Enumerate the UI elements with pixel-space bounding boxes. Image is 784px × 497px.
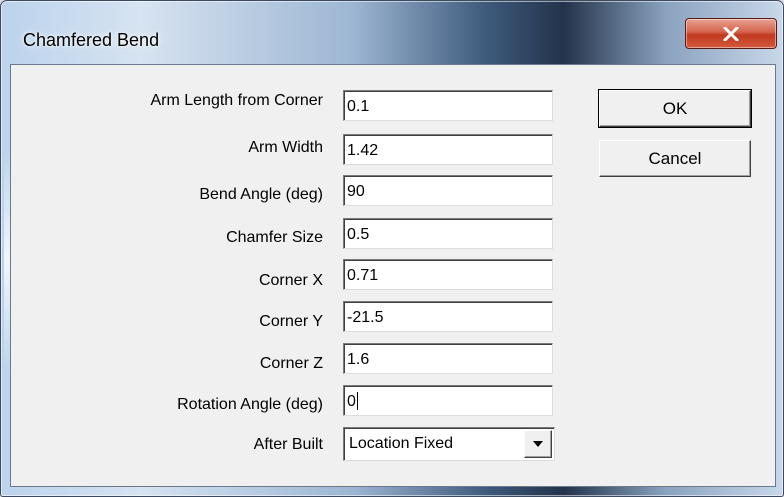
chamfer-size-input[interactable] (343, 218, 553, 249)
corner-z-input[interactable] (343, 343, 553, 374)
corner-x-input[interactable] (343, 259, 553, 290)
rotation-angle-input[interactable] (343, 385, 553, 416)
close-button[interactable] (685, 18, 777, 49)
after-built-select[interactable]: Location Fixed (343, 427, 555, 461)
after-built-label: After Built (253, 436, 323, 453)
bend-angle-label: Bend Angle (deg) (199, 186, 323, 203)
dialog-body: Arm Length from Corner Arm Width Bend An… (10, 64, 776, 487)
corner-y-input[interactable] (343, 301, 553, 332)
corner-z-label: Corner Z (259, 355, 323, 372)
dialog-window: Chamfered Bend Arm Length from Corner Ar… (0, 0, 784, 497)
arm-width-input[interactable] (343, 134, 553, 165)
close-icon (723, 26, 739, 41)
arm-length-label: Arm Length from Corner (150, 92, 323, 109)
text-caret (357, 392, 358, 410)
bend-angle-input[interactable] (343, 175, 553, 206)
chamfer-size-label: Chamfer Size (226, 229, 323, 246)
dropdown-arrow-icon (533, 440, 543, 447)
title-bar[interactable]: Chamfered Bend (1, 1, 783, 63)
after-built-selected-value: Location Fixed (349, 435, 454, 452)
arm-width-label: Arm Width (248, 139, 323, 156)
arm-length-input[interactable] (343, 90, 553, 121)
ok-button[interactable]: OK (598, 89, 752, 128)
rotation-angle-label: Rotation Angle (deg) (177, 396, 323, 413)
cancel-button[interactable]: Cancel (599, 140, 751, 177)
corner-x-label: Corner X (258, 272, 323, 289)
dropdown-button[interactable] (524, 430, 552, 458)
window-title: Chamfered Bend (23, 30, 160, 50)
corner-y-label: Corner Y (259, 313, 323, 330)
